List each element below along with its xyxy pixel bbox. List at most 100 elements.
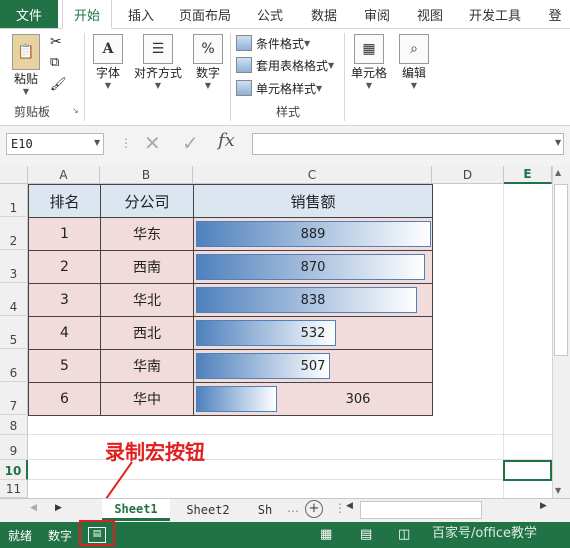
cell-rank[interactable]: 2: [28, 250, 101, 284]
tab-formulas[interactable]: 公式: [250, 0, 290, 28]
chevron-down-icon[interactable]: ▼: [555, 138, 561, 147]
normal-view-icon[interactable]: ▦: [320, 527, 332, 542]
row-header-8[interactable]: 8: [0, 415, 28, 435]
column-header-b[interactable]: B: [100, 166, 193, 184]
column-header-d[interactable]: D: [432, 166, 504, 184]
group-separator: [344, 33, 345, 121]
cells-button[interactable]: ▦ 单元格 ▼: [348, 34, 390, 90]
align-icon: ☰: [143, 34, 173, 64]
cell-style-button[interactable]: 单元格样式 ▼: [236, 78, 322, 98]
tab-data[interactable]: 数据: [304, 0, 344, 28]
record-macro-highlight: [79, 520, 115, 546]
table-format-button[interactable]: 套用表格格式 ▼: [236, 55, 334, 75]
select-all-corner[interactable]: [0, 166, 28, 184]
cell-branch[interactable]: 西南: [100, 250, 194, 284]
cell-sales[interactable]: 870: [193, 250, 433, 284]
cell-rank[interactable]: 3: [28, 283, 101, 317]
table-header-sales[interactable]: 销售额: [193, 184, 433, 218]
chevron-down-icon: ▼: [365, 81, 373, 90]
tab-view[interactable]: 视图: [410, 0, 450, 28]
tab-developer[interactable]: 开发工具: [462, 0, 528, 28]
paste-button[interactable]: 📋 粘贴 ▼: [8, 34, 44, 96]
row-header-5[interactable]: 5: [0, 316, 28, 349]
cell-branch[interactable]: 华中: [100, 382, 194, 416]
tab-insert[interactable]: 插入: [118, 0, 164, 28]
cell-sales[interactable]: 838: [193, 283, 433, 317]
table-header-branch[interactable]: 分公司: [100, 184, 194, 218]
add-sheet-icon[interactable]: +: [305, 500, 323, 518]
sales-value: 532: [300, 325, 326, 341]
tab-file[interactable]: 文件: [0, 0, 58, 28]
cell-sales[interactable]: 889: [193, 217, 433, 251]
split-dots-icon: ⋮: [334, 501, 346, 515]
cell-branch[interactable]: 西北: [100, 316, 194, 350]
column-header-c[interactable]: C: [193, 166, 432, 184]
conditional-format-button[interactable]: 条件格式 ▼: [236, 33, 310, 53]
sheet-tab-sheet1[interactable]: Sheet1: [102, 499, 170, 521]
copy-icon[interactable]: ⧉: [50, 55, 59, 70]
scroll-up-icon[interactable]: ▲: [555, 168, 561, 177]
cell-sales[interactable]: 306: [193, 382, 433, 416]
cell-rank[interactable]: 5: [28, 349, 101, 383]
more-sheets-icon[interactable]: …: [287, 501, 299, 515]
table-header-rank[interactable]: 排名: [28, 184, 101, 218]
dialog-launcher-icon[interactable]: ↘: [72, 106, 79, 115]
scrollbar-thumb[interactable]: [554, 184, 568, 356]
font-icon-letter: A: [102, 41, 114, 57]
cell-sales[interactable]: 507: [193, 349, 433, 383]
chevron-down-icon[interactable]: ▼: [94, 138, 100, 147]
row-header-9[interactable]: 9: [0, 435, 28, 460]
scroll-down-icon[interactable]: ▼: [555, 486, 561, 495]
tab-review[interactable]: 审阅: [357, 0, 397, 28]
selected-cell[interactable]: [503, 460, 552, 481]
sheet-tab-sheet2[interactable]: Sheet2: [176, 499, 240, 521]
page-break-view-icon[interactable]: ◫: [398, 527, 410, 542]
cell-branch[interactable]: 华北: [100, 283, 194, 317]
cell-sales[interactable]: 532: [193, 316, 433, 350]
page-layout-view-icon[interactable]: ▤: [360, 527, 372, 542]
cut-icon[interactable]: ✂: [50, 34, 62, 50]
next-sheet-icon[interactable]: ▶: [55, 503, 62, 513]
cell-branch[interactable]: 华东: [100, 217, 194, 251]
enter-icon[interactable]: ✓: [182, 131, 199, 155]
binoculars-icon: ⌕: [399, 34, 429, 64]
horizontal-scrollbar-thumb[interactable]: [360, 501, 482, 519]
row-header-2[interactable]: 2: [0, 217, 28, 250]
paste-icon: 📋: [12, 34, 40, 70]
chevron-down-icon: ▼: [316, 83, 323, 93]
row-header-11[interactable]: 11: [0, 480, 28, 498]
row-header-4[interactable]: 4: [0, 283, 28, 316]
row-header-1[interactable]: 1: [0, 184, 28, 217]
format-painter-icon[interactable]: 🖌: [50, 77, 67, 92]
column-header-e[interactable]: E: [504, 166, 552, 184]
name-box[interactable]: E10: [6, 133, 104, 155]
edit-button[interactable]: ⌕ 编辑 ▼: [396, 34, 432, 90]
row-header-10[interactable]: 10: [0, 460, 28, 480]
scroll-left-icon[interactable]: ◀: [346, 501, 353, 511]
cell-rank[interactable]: 4: [28, 316, 101, 350]
tab-login[interactable]: 登: [542, 0, 568, 28]
sheet-tab-sheet3[interactable]: Sh: [248, 499, 282, 521]
row-header-6[interactable]: 6: [0, 349, 28, 382]
number-button[interactable]: % 数字 ▼: [190, 34, 226, 90]
row-header-3[interactable]: 3: [0, 250, 28, 283]
gridline: [28, 434, 552, 435]
row-header-7[interactable]: 7: [0, 382, 28, 415]
tab-home[interactable]: 开始: [62, 0, 112, 29]
scroll-right-icon[interactable]: ▶: [540, 501, 547, 511]
align-button[interactable]: ☰ 对齐方式 ▼: [132, 34, 184, 90]
more-dots-icon: ⋮: [120, 136, 132, 150]
insert-function-icon[interactable]: fx: [218, 130, 235, 151]
font-button[interactable]: A 字体 ▼: [88, 34, 128, 90]
status-ready: 就绪: [8, 529, 33, 543]
tab-page-layout[interactable]: 页面布局: [172, 0, 238, 28]
number-label: 数字: [195, 66, 220, 80]
column-header-a[interactable]: A: [28, 166, 100, 184]
cancel-icon[interactable]: ✕: [144, 131, 161, 155]
cell-rank[interactable]: 6: [28, 382, 101, 416]
cell-rank[interactable]: 1: [28, 217, 101, 251]
formula-input[interactable]: [252, 133, 564, 155]
prev-sheet-icon[interactable]: ◀: [30, 503, 37, 513]
cell-style-label: 单元格样式: [256, 81, 317, 96]
cell-branch[interactable]: 华南: [100, 349, 194, 383]
